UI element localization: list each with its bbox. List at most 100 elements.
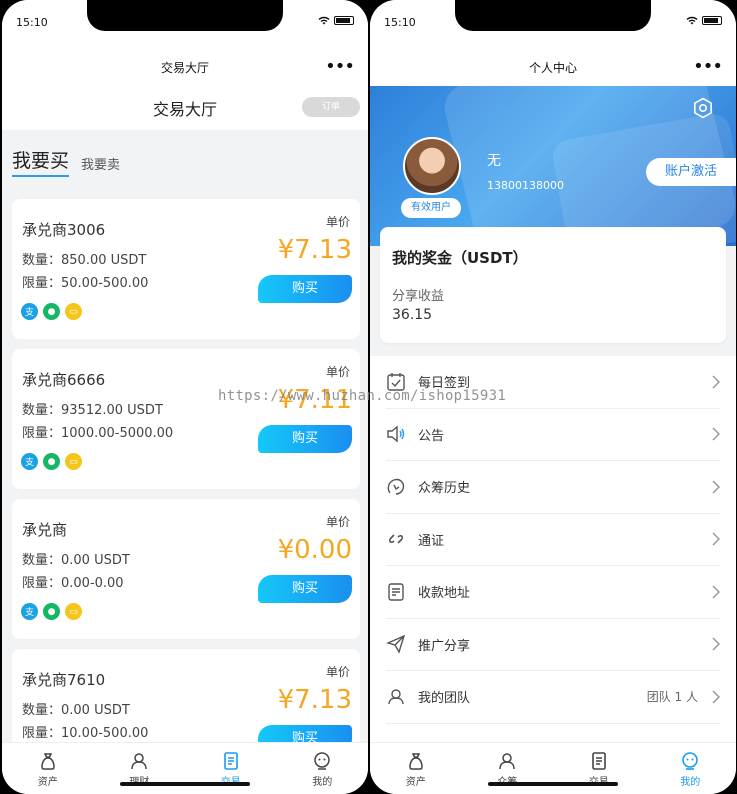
alipay-icon: 支: [21, 603, 38, 620]
menu-item-token[interactable]: 通证: [386, 514, 720, 566]
trade-tabs: 我要买 我要卖: [12, 146, 120, 177]
document-icon: [388, 583, 404, 601]
paper-plane-icon: [386, 634, 406, 654]
activate-account-button[interactable]: 账户激活: [646, 158, 736, 186]
nav-bar: 交易大厅 •••: [2, 50, 368, 86]
more-menu-icon[interactable]: •••: [693, 50, 723, 84]
notch: [455, 0, 651, 31]
orders-button[interactable]: 订单: [302, 97, 360, 117]
merchant-card: 承兑商3006 数量：850.00 USDT 限量：50.00-500.00 单…: [12, 199, 360, 339]
quantity-text: 数量：850.00 USDT: [22, 253, 147, 268]
bankcard-icon: ▭: [65, 303, 82, 320]
bankcard-icon: ▭: [65, 603, 82, 620]
trade-doc-icon: [223, 752, 238, 770]
unit-price-label: 单价: [325, 665, 350, 679]
merchant-name: 承兑商7610: [22, 671, 106, 689]
chevron-right-icon: [712, 480, 720, 494]
bankcard-icon: ▭: [65, 453, 82, 470]
tab-mine[interactable]: 我的: [645, 743, 737, 794]
tab-sell[interactable]: 我要卖: [81, 154, 120, 177]
settings-icon[interactable]: [692, 97, 714, 119]
tab-trade[interactable]: 交易: [185, 743, 277, 794]
merchant-card: 承兑商 数量：0.00 USDT 限量：0.00-0.00 单价 ¥0.00 购…: [12, 499, 360, 639]
chevron-right-icon: [712, 690, 720, 704]
phone-number: 13800138000: [487, 179, 564, 192]
battery-icon: [334, 16, 354, 25]
money-bag-icon: [40, 753, 55, 770]
limit-text: 限量：0.00-0.00: [22, 576, 124, 591]
unit-price-label: 单价: [325, 365, 350, 379]
alipay-icon: 支: [21, 303, 38, 320]
status-icons: [318, 16, 354, 25]
menu-item-my-team[interactable]: 我的团队 团队 1 人: [386, 671, 720, 724]
share-earnings-label: 分享收益: [392, 289, 445, 304]
menu-label: 我的团队: [418, 691, 471, 707]
tab-crowdfunding[interactable]: 众筹: [462, 743, 554, 794]
wechat-icon: ●: [43, 603, 60, 620]
quantity-text: 数量：0.00 USDT: [22, 703, 130, 718]
menu-label: 推广分享: [418, 638, 471, 654]
nav-title: 个人中心: [528, 61, 577, 75]
finance-icon: [131, 753, 147, 770]
tab-assets[interactable]: 资产: [2, 743, 94, 794]
menu-item-referral[interactable]: 推广分享: [386, 619, 720, 671]
team-count: 团队 1 人: [646, 690, 698, 705]
home-indicator: [488, 782, 618, 786]
menu-item-announcement[interactable]: 公告: [386, 409, 720, 461]
buy-button[interactable]: 购买: [258, 425, 352, 453]
tab-label: 我的: [680, 777, 701, 788]
tab-mine[interactable]: 我的: [277, 743, 369, 794]
merchant-name: 承兑商: [22, 521, 68, 539]
status-icons: [686, 16, 722, 25]
money-bag-icon: [408, 753, 423, 770]
menu-item-crowdfunding-history[interactable]: 众筹历史: [386, 461, 720, 514]
bonus-card: 我的奖金（USDT） 分享收益 36.15: [380, 227, 726, 343]
user-status-badge: 有效用户: [401, 198, 461, 218]
bonus-title: 我的奖金（USDT）: [392, 249, 528, 267]
status-time: 15:10: [16, 16, 48, 29]
tab-finance[interactable]: 理财: [94, 743, 186, 794]
wechat-icon: ●: [43, 303, 60, 320]
screenshot-stage: 15:10 交易大厅 ••• 交易大厅 订单 我要买 我要卖 承兑商3006 数…: [0, 0, 737, 794]
crowdfunding-icon: [499, 753, 515, 770]
speaker-icon: [387, 425, 405, 443]
nav-title: 交易大厅: [160, 61, 209, 75]
quantity-text: 数量：93512.00 USDT: [22, 403, 163, 418]
notch: [87, 0, 283, 31]
buy-button[interactable]: 购买: [258, 275, 352, 303]
buy-button[interactable]: 购买: [258, 575, 352, 603]
alipay-icon: 支: [21, 453, 38, 470]
status-time: 15:10: [384, 16, 416, 29]
chevron-right-icon: [712, 585, 720, 599]
trade-doc-icon: [591, 752, 606, 770]
chevron-right-icon: [712, 532, 720, 546]
chevron-right-icon: [712, 637, 720, 651]
tab-buy[interactable]: 我要买: [12, 146, 70, 177]
limit-text: 限量：1000.00-5000.00: [22, 426, 174, 441]
tab-label: 我的: [312, 777, 333, 788]
tab-trade[interactable]: 交易: [553, 743, 645, 794]
merchant-card: 承兑商6666 数量：93512.00 USDT 限量：1000.00-5000…: [12, 349, 360, 489]
merchant-name: 承兑商6666: [22, 371, 106, 389]
watermark-text: https://www.huzhan.com/ishop15931: [218, 388, 507, 404]
nav-bar: 个人中心 •••: [370, 50, 736, 86]
battery-icon: [702, 16, 722, 25]
tab-assets[interactable]: 资产: [370, 743, 462, 794]
limit-text: 限量：10.00-500.00: [22, 726, 149, 741]
home-indicator: [120, 782, 250, 786]
unit-price-label: 单价: [325, 215, 350, 229]
more-menu-icon[interactable]: •••: [325, 50, 355, 84]
avatar[interactable]: [403, 137, 461, 195]
menu-label: 公告: [418, 428, 445, 444]
wechat-icon: ●: [43, 453, 60, 470]
menu-item-payment-address[interactable]: 收款地址: [386, 566, 720, 619]
merchant-name: 承兑商3006: [22, 221, 106, 239]
chevron-right-icon: [712, 427, 720, 441]
payment-methods: 支 ● ▭: [21, 453, 82, 470]
price-value: ¥0.00: [277, 535, 352, 565]
bottom-tab-bar: 资产 众筹 交易 我的: [370, 742, 736, 794]
menu-list: 每日签到 公告 众筹历史 通证 收款地址 推广分享 我的团队 团队 1 人: [370, 356, 736, 742]
menu-label: 通证: [418, 533, 445, 549]
history-icon: [387, 478, 405, 495]
price-value: ¥7.13: [277, 685, 352, 715]
